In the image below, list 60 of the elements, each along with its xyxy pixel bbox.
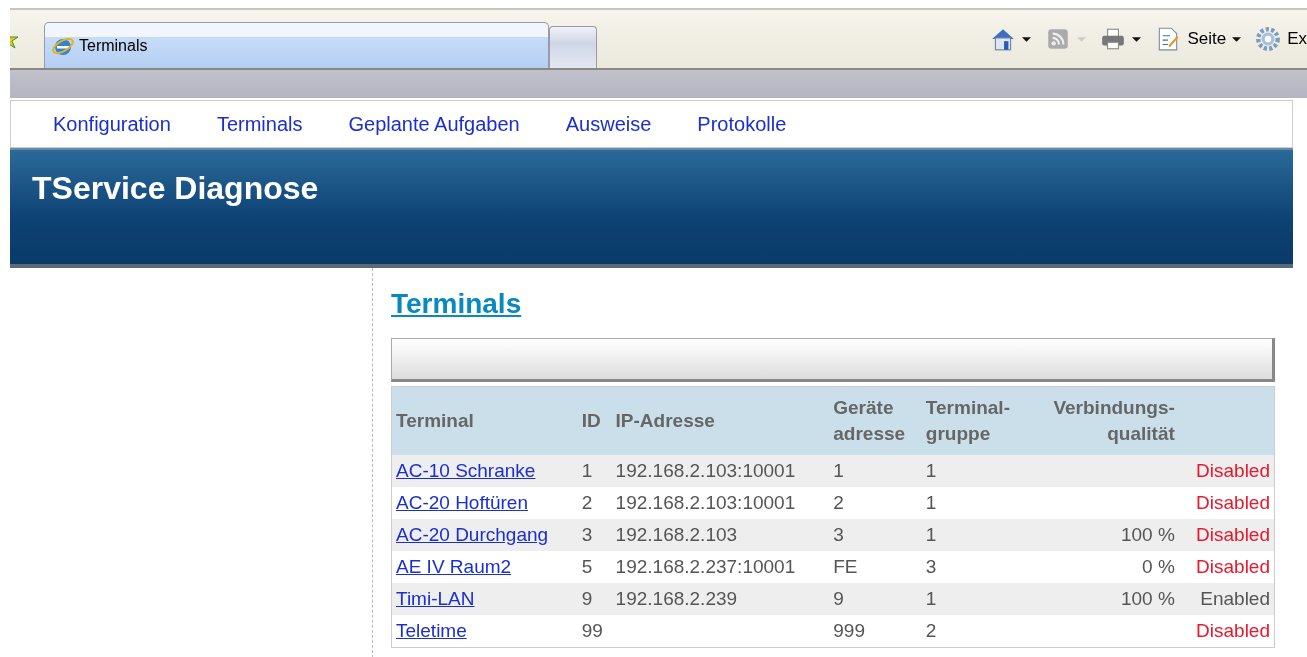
table-cell: 192.168.2.239: [615, 588, 738, 609]
printer-icon[interactable]: [1100, 26, 1127, 52]
column-header: Terminal: [396, 410, 474, 431]
status-text: Disabled: [1196, 524, 1270, 545]
terminal-link[interactable]: Timi-LAN: [396, 588, 475, 609]
page-heading-link[interactable]: Terminals: [391, 288, 522, 320]
table-cell: 9: [581, 588, 593, 609]
new-tab-button[interactable]: [549, 26, 597, 68]
terminal-link[interactable]: AE IV Raum2: [396, 556, 512, 577]
toolbar-label[interactable]: Ex: [1287, 29, 1307, 49]
browser-tab[interactable]: Terminals: [44, 22, 549, 68]
table-cell: 192.168.2.103:10001: [615, 460, 796, 481]
table-cell: 3: [833, 524, 844, 545]
site-title: TService Diagnose: [32, 170, 320, 207]
table-cell: 2: [581, 492, 593, 513]
table-cell: 1: [925, 524, 937, 545]
table-cell: 1: [925, 588, 937, 609]
table-cell: 1: [833, 460, 844, 481]
terminal-link[interactable]: Teletime: [396, 620, 467, 641]
table-cell: 192.168.2.103: [615, 524, 738, 545]
table-cell: 1: [925, 460, 937, 481]
table-cell: 99: [581, 620, 603, 641]
status-text: Disabled: [1196, 556, 1270, 577]
table-cell: FE: [833, 556, 858, 577]
table-cell: 3: [925, 556, 937, 577]
terminal-link[interactable]: AC-20 Durchgang: [396, 524, 549, 545]
dropdown-caret-icon[interactable]: [1022, 36, 1032, 42]
status-text: Disabled: [1196, 460, 1270, 481]
table-cell: 2: [833, 492, 844, 513]
table-cell: 9: [833, 588, 844, 609]
terminal-link[interactable]: AC-20 Hoftüren: [396, 492, 528, 513]
status-text: Disabled: [1196, 492, 1270, 513]
table-cell: 3: [581, 524, 593, 545]
table-cell: 5: [581, 556, 593, 577]
table-cell: 1: [581, 460, 593, 481]
nav-link[interactable]: Konfiguration: [53, 112, 171, 136]
gear-icon[interactable]: [1255, 26, 1282, 52]
table-cell: 1: [925, 492, 937, 513]
status-text: Disabled: [1196, 620, 1270, 641]
table-cell: 100 %: [1120, 588, 1175, 609]
dropdown-caret-icon[interactable]: [1232, 36, 1242, 42]
terminal-link[interactable]: AC-10 Schranke: [396, 460, 536, 481]
nav-link[interactable]: Terminals: [216, 112, 303, 136]
column-header: Geräte adresse: [833, 397, 906, 444]
table-cell: 100 %: [1120, 524, 1175, 545]
nav-link[interactable]: Protokolle: [697, 112, 787, 136]
table-cell: 2: [925, 620, 937, 641]
column-header: ID: [581, 410, 601, 431]
column-header: Verbindungs- qualität: [1053, 397, 1175, 444]
nav-link[interactable]: Geplante Aufgaben: [348, 112, 520, 136]
status-text: Enabled: [1200, 588, 1270, 609]
table-cell: 0 %: [1142, 556, 1175, 577]
table-cell: 192.168.2.103:10001: [615, 492, 796, 513]
toolbar-label[interactable]: Seite: [1187, 29, 1227, 49]
nav-link[interactable]: Ausweise: [565, 112, 652, 136]
dropdown-caret-icon[interactable]: [1132, 36, 1142, 42]
column-header: IP-Adresse: [615, 410, 715, 431]
table-cell: 999: [833, 620, 865, 641]
table-cell: 192.168.2.237:10001: [615, 556, 796, 577]
column-header: Terminal- gruppe: [925, 397, 1010, 444]
